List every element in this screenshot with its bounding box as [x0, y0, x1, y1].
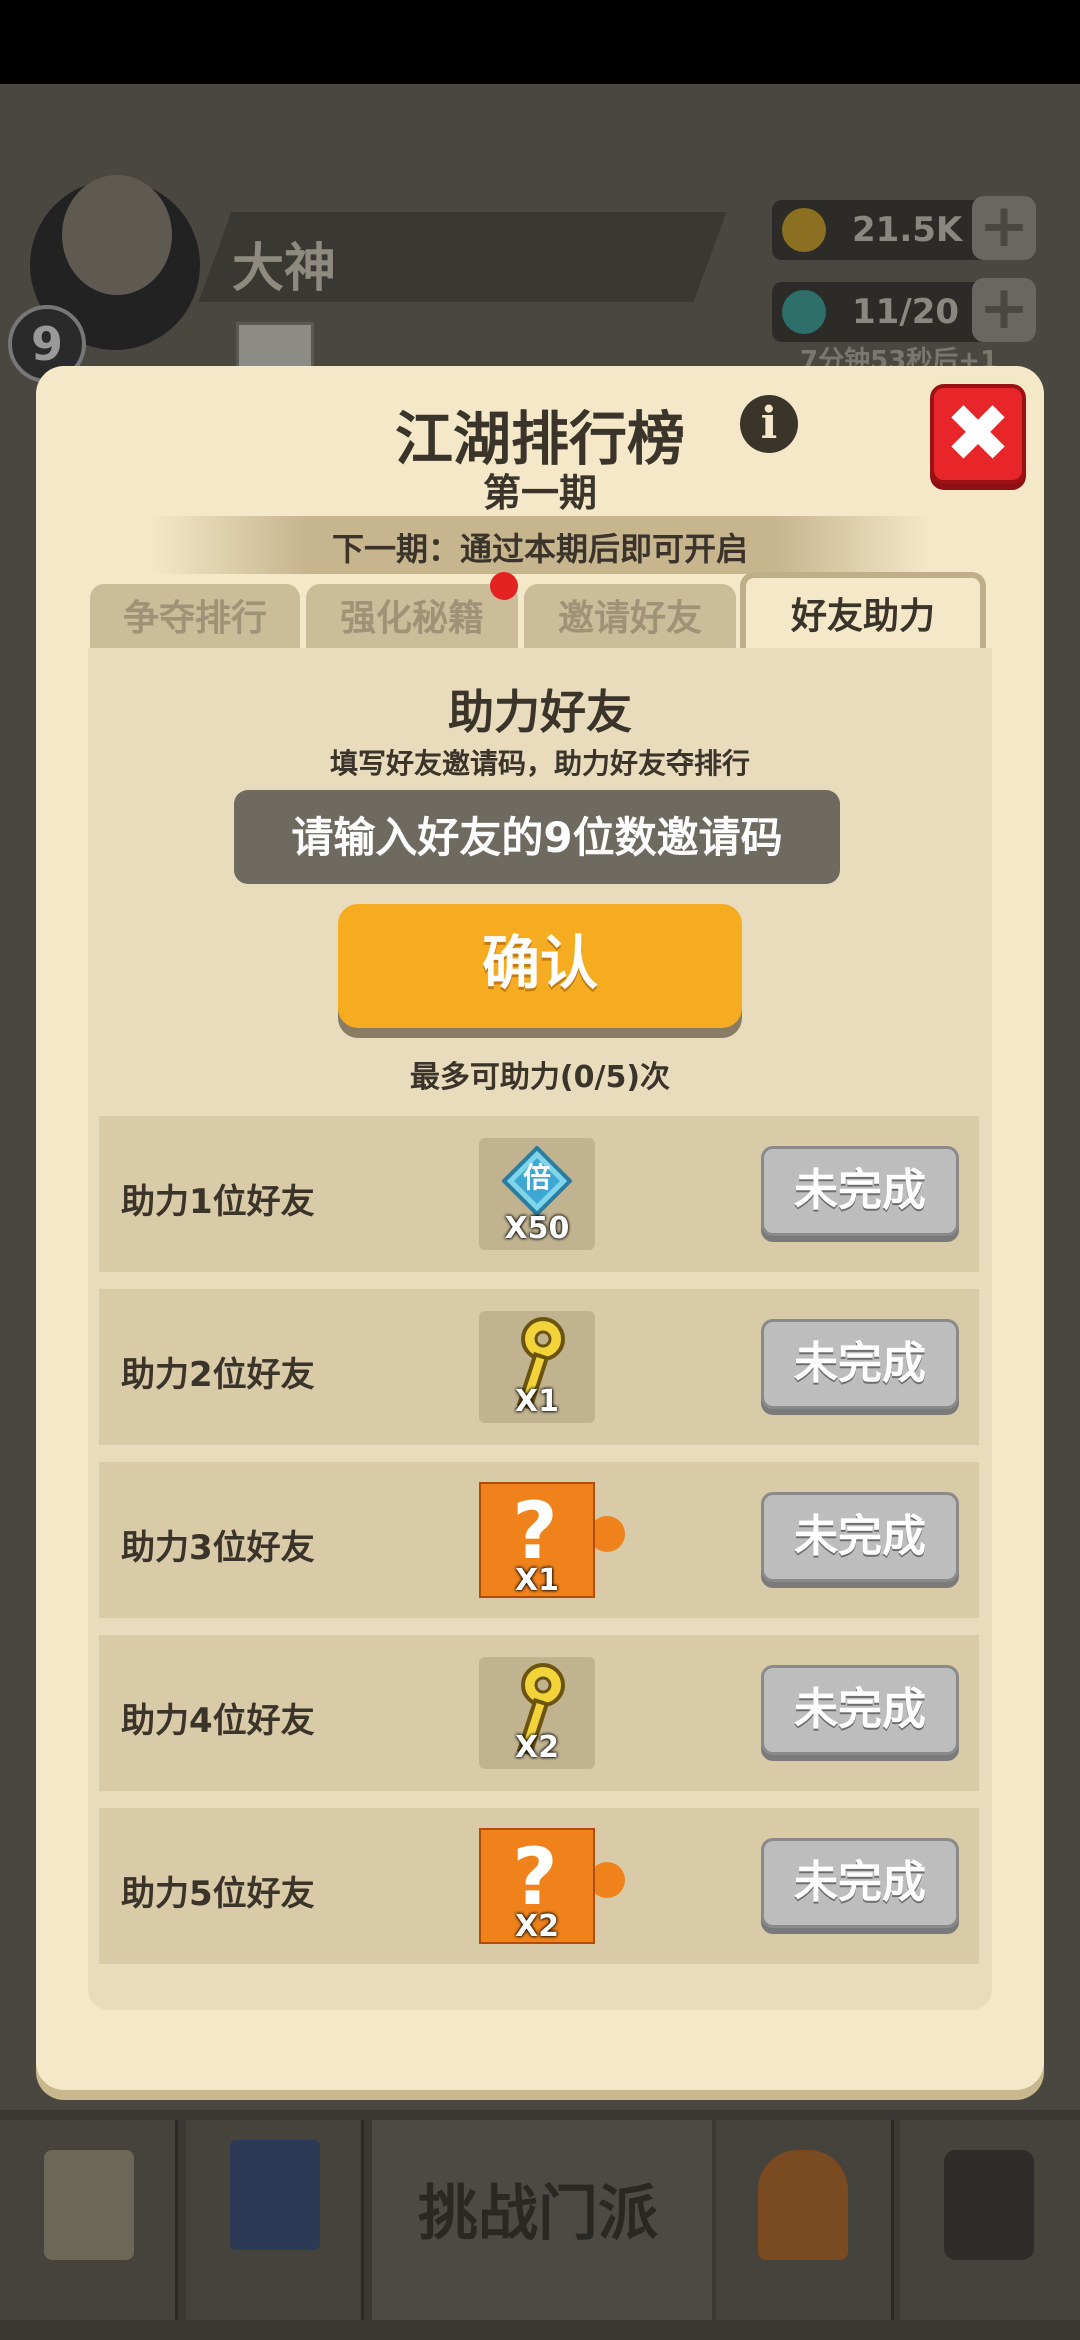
reward-status-button[interactable]: 未完成	[761, 1319, 959, 1409]
reward-requirement: 助力5位好友	[121, 1874, 315, 1914]
reward-requirement: 助力4位好友	[121, 1701, 315, 1741]
golden-key-icon: X2	[479, 1657, 595, 1769]
nav-locked-button[interactable]	[900, 2120, 1080, 2320]
tab-friend-assist[interactable]: 好友助力	[740, 572, 986, 654]
add-gold-button[interactable]: +	[972, 196, 1036, 260]
gold-value: 21.5K	[852, 210, 963, 250]
book-icon	[230, 2140, 320, 2250]
invite-code-input[interactable]	[234, 790, 840, 884]
helmet-icon	[758, 2150, 848, 2260]
reward-requirement: 助力2位好友	[121, 1355, 315, 1395]
mystery-puzzle-icon: ? X1	[479, 1482, 625, 1598]
nav-sect-button[interactable]	[716, 2120, 894, 2320]
reward-row: 助力5位好友 ? X2 未完成	[99, 1808, 979, 1964]
reward-row: 助力3位好友 ? X1 未完成	[99, 1462, 979, 1618]
tab-compete-ranking[interactable]: 争夺排行	[90, 584, 300, 652]
reward-status-button[interactable]: 未完成	[761, 1146, 959, 1236]
reward-count: X2	[514, 1730, 559, 1765]
reward-status-button[interactable]: 未完成	[761, 1492, 959, 1582]
reward-count: X1	[514, 1563, 559, 1598]
golden-key-icon: X1	[479, 1311, 595, 1423]
reward-status-button[interactable]: 未完成	[761, 1838, 959, 1928]
nav-challenge-sect-label: 挑战门派	[418, 2179, 658, 2249]
reward-row: 助力2位好友 X1 未完成	[99, 1289, 979, 1445]
reward-count: X50	[504, 1211, 570, 1246]
reward-requirement: 助力3位好友	[121, 1528, 315, 1568]
notice-text: 下一期：通过本期后即可开启	[331, 530, 748, 568]
gem-value: 11/20	[852, 292, 960, 332]
assist-limit: 最多可助力(0/5)次	[409, 1060, 671, 1095]
reward-count: X2	[514, 1909, 559, 1944]
multiplier-glyph: 倍	[522, 1161, 551, 1194]
coin-icon	[782, 208, 826, 252]
multiplier-gem-icon: 倍 X50	[479, 1138, 595, 1250]
tab-enhance-manual[interactable]: 强化秘籍	[306, 584, 518, 652]
confirm-label: 确认	[481, 929, 598, 997]
notification-dot	[490, 572, 518, 600]
nav-tasks-button[interactable]	[0, 2120, 178, 2320]
assist-description: 填写好友邀请码，助力好友夺排行	[329, 747, 750, 780]
lock-icon	[944, 2150, 1034, 2260]
reward-row: 助力1位好友 倍 X50 未完成	[99, 1116, 979, 1272]
reward-requirement: 助力1位好友	[121, 1182, 315, 1222]
season-label: 第一期	[482, 471, 597, 515]
player-name: 大神	[232, 239, 337, 299]
avatar-head-icon	[62, 175, 172, 295]
status-bar	[0, 0, 1080, 84]
reward-row: 助力4位好友 X2 未完成	[99, 1635, 979, 1791]
nav-training-button[interactable]	[186, 2120, 364, 2320]
mystery-puzzle-icon: ? X2	[479, 1828, 625, 1944]
scroll-icon	[44, 2150, 134, 2260]
add-gem-button[interactable]: +	[972, 278, 1036, 342]
confirm-button[interactable]: 确认	[338, 904, 742, 1028]
gem-icon	[782, 290, 826, 334]
assist-title: 助力好友	[448, 685, 632, 739]
tab-invite-friends[interactable]: 邀请好友	[524, 584, 736, 652]
reward-status-button[interactable]: 未完成	[761, 1665, 959, 1755]
info-icon[interactable]: i	[740, 395, 798, 453]
reward-count: X1	[514, 1384, 559, 1419]
